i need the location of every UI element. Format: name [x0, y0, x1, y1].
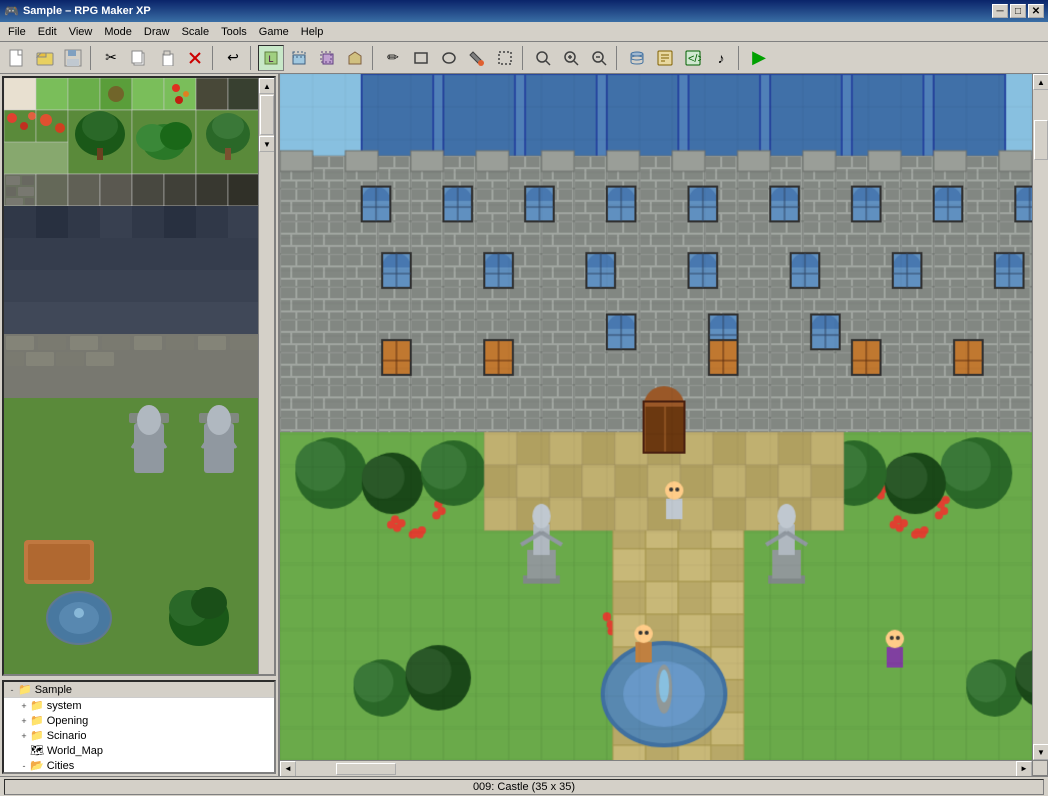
- map-scroll-left-button[interactable]: ◄: [280, 761, 296, 777]
- pencil-button[interactable]: ✏: [380, 45, 406, 71]
- status-bar: 009: Castle (35 x 35): [0, 776, 1048, 796]
- scroll-corner: [1032, 760, 1048, 776]
- database-button[interactable]: [624, 45, 650, 71]
- maximize-button[interactable]: □: [1010, 4, 1026, 18]
- toolbar: ✂ ↩ L ✏: [0, 42, 1048, 74]
- fill-button[interactable]: [464, 45, 490, 71]
- map-scroll-right-button[interactable]: ►: [1016, 761, 1032, 777]
- menu-mode[interactable]: Mode: [98, 24, 138, 40]
- tileset-canvas: [4, 78, 268, 674]
- event-button[interactable]: [652, 45, 678, 71]
- close-button[interactable]: ✕: [1028, 4, 1044, 18]
- layer2-button[interactable]: [314, 45, 340, 71]
- separator-2: [212, 46, 216, 70]
- menu-game[interactable]: Game: [253, 24, 295, 40]
- svg-text:L: L: [268, 54, 273, 64]
- map-scroll-h-thumb[interactable]: [336, 763, 396, 775]
- separator-7: [738, 46, 742, 70]
- map-scroll-h-track: [296, 762, 1016, 776]
- play-button[interactable]: ▶: [746, 45, 772, 71]
- zoom-normal-button[interactable]: [530, 45, 556, 71]
- cut-button[interactable]: ✂: [98, 45, 124, 71]
- paste-button[interactable]: [154, 45, 180, 71]
- status-text: 009: Castle (35 x 35): [4, 779, 1044, 795]
- new-button[interactable]: [4, 45, 30, 71]
- tree-folder-icon: 📁: [18, 683, 32, 696]
- map-canvas[interactable]: [280, 74, 1048, 776]
- menu-scale[interactable]: Scale: [176, 24, 216, 40]
- tileset-scroll-thumb[interactable]: [260, 95, 274, 135]
- map-scrollbar-vertical[interactable]: ▲ ▼: [1032, 74, 1048, 760]
- map-scroll-down-button[interactable]: ▼: [1033, 744, 1048, 760]
- map-scroll-v-track: [1033, 90, 1048, 744]
- separator-3: [250, 46, 254, 70]
- minimize-button[interactable]: ─: [992, 4, 1008, 18]
- delete-button[interactable]: [182, 45, 208, 71]
- tileset-scroll-up[interactable]: ▲: [259, 78, 275, 94]
- map-tree-panel: - 📁 Sample + 📁 system + 📁 Opening + 📁 Sc…: [2, 680, 276, 774]
- separator-5: [522, 46, 526, 70]
- select-button[interactable]: [492, 45, 518, 71]
- menu-draw[interactable]: Draw: [138, 24, 176, 40]
- menu-tools[interactable]: Tools: [215, 24, 253, 40]
- tree-item-castle-town[interactable]: + 🗺 Castle Town: [4, 773, 274, 774]
- map-area[interactable]: ▲ ▼ ◄ ►: [280, 74, 1048, 776]
- left-panel: ▲ ▼ - 📁 Sample + 📁 system: [0, 74, 280, 776]
- audio-button[interactable]: ♪: [708, 45, 734, 71]
- tree-expand-icon: -: [6, 685, 18, 695]
- save-button[interactable]: [60, 45, 86, 71]
- tree-item-system[interactable]: + 📁 system: [4, 698, 274, 713]
- menu-bar: File Edit View Mode Draw Scale Tools Gam…: [0, 22, 1048, 42]
- undo-button[interactable]: ↩: [220, 45, 246, 71]
- menu-edit[interactable]: Edit: [32, 24, 63, 40]
- script-button[interactable]: </>: [680, 45, 706, 71]
- layer0-button[interactable]: L: [258, 45, 284, 71]
- map-scroll-up-button[interactable]: ▲: [1033, 74, 1048, 90]
- title-bar: 🎮 Sample – RPG Maker XP ─ □ ✕: [0, 0, 1048, 22]
- open-button[interactable]: [32, 45, 58, 71]
- svg-text:</>: </>: [688, 53, 701, 65]
- tree-label: Sample: [35, 684, 72, 696]
- layer3-button[interactable]: [342, 45, 368, 71]
- map-scroll-v-thumb[interactable]: [1034, 120, 1048, 160]
- menu-view[interactable]: View: [63, 24, 99, 40]
- tileset-scroll-down[interactable]: ▼: [259, 136, 275, 152]
- menu-help[interactable]: Help: [295, 24, 330, 40]
- separator-4: [372, 46, 376, 70]
- tree-item-scinario[interactable]: + 📁 Scinario: [4, 728, 274, 743]
- app-icon: 🎮: [4, 4, 19, 18]
- separator-6: [616, 46, 620, 70]
- layer1-button[interactable]: [286, 45, 312, 71]
- app-title: Sample – RPG Maker XP: [23, 5, 151, 17]
- zoom-in-button[interactable]: [558, 45, 584, 71]
- rect-button[interactable]: [408, 45, 434, 71]
- copy-button[interactable]: [126, 45, 152, 71]
- tileset-area[interactable]: ▲ ▼: [2, 76, 276, 676]
- tree-item-cities[interactable]: - 📂 Cities: [4, 758, 274, 773]
- separator-1: [90, 46, 94, 70]
- tree-root-sample[interactable]: - 📁 Sample: [4, 682, 274, 698]
- menu-file[interactable]: File: [2, 24, 32, 40]
- tree-item-opening[interactable]: + 📁 Opening: [4, 713, 274, 728]
- tileset-scrollbar[interactable]: ▲ ▼: [258, 78, 274, 674]
- map-scrollbar-horizontal[interactable]: ◄ ►: [280, 760, 1032, 776]
- zoom-out-button[interactable]: [586, 45, 612, 71]
- circle-button[interactable]: [436, 45, 462, 71]
- tree-item-world-map[interactable]: 🗺 World_Map: [4, 743, 274, 758]
- main-container: ▲ ▼ - 📁 Sample + 📁 system: [0, 74, 1048, 776]
